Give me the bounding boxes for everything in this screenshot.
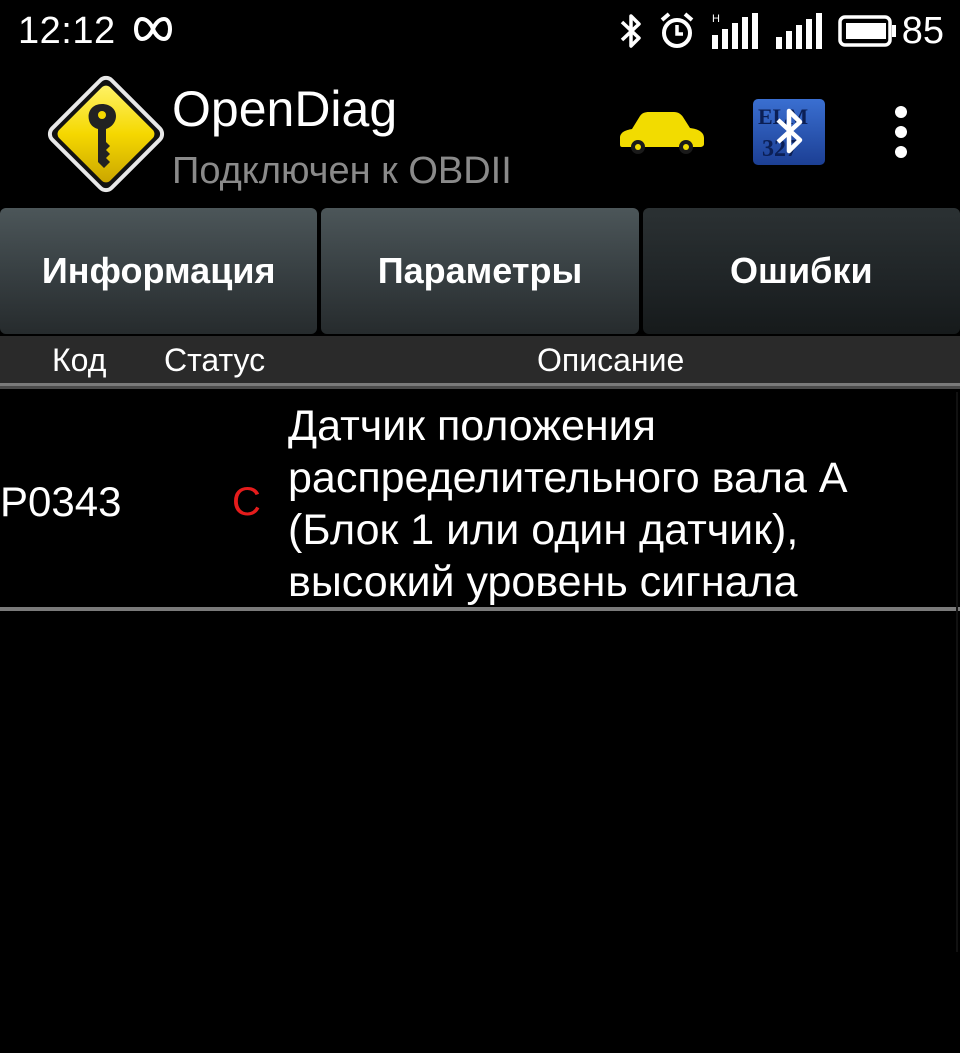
column-header-code: Код <box>52 342 107 378</box>
tab-bar: Информация Параметры Ошибки <box>0 208 960 336</box>
column-header-description: Описание <box>537 342 685 378</box>
app-logo-key-icon <box>47 75 165 193</box>
battery-icon <box>837 15 896 47</box>
connection-status: Подключен к OBDII <box>172 150 512 192</box>
tab-info[interactable]: Информация <box>0 208 318 334</box>
alarm-icon <box>660 12 694 48</box>
action-bar: OpenDiag Подключен к OBDII ELM 327 <box>0 62 960 206</box>
signal-icon: H <box>711 13 758 49</box>
error-description: Датчик положения распределительного вала… <box>288 402 846 606</box>
tab-parameters[interactable]: Параметры <box>321 208 639 334</box>
row-divider <box>0 607 960 611</box>
status-bar: 12:12 H 85 <box>0 0 960 62</box>
table-header: Код Статус Описание <box>0 336 960 386</box>
infinity-icon <box>134 16 172 42</box>
signal-icon <box>775 13 822 49</box>
bluetooth-icon <box>620 14 641 48</box>
column-header-status: Статус <box>164 342 266 378</box>
tab-errors[interactable]: Ошибки <box>642 208 960 334</box>
svg-text:H: H <box>712 13 720 25</box>
scrollbar[interactable] <box>956 392 958 952</box>
elm327-bluetooth-icon[interactable]: ELM 327 <box>752 98 826 166</box>
error-code: P0343 <box>0 478 122 525</box>
battery-percent: 85 <box>901 9 944 52</box>
status-time: 12:12 <box>18 10 116 52</box>
status-icons: H 85 <box>618 8 944 54</box>
header-divider <box>0 386 960 389</box>
overflow-menu-icon[interactable] <box>880 104 922 160</box>
battery-group: 85 <box>837 9 944 53</box>
table-row[interactable]: P0343 C Датчик положения распределительн… <box>0 392 960 608</box>
app-title: OpenDiag <box>172 81 398 137</box>
error-status: C <box>232 480 261 524</box>
car-icon[interactable] <box>614 106 706 156</box>
